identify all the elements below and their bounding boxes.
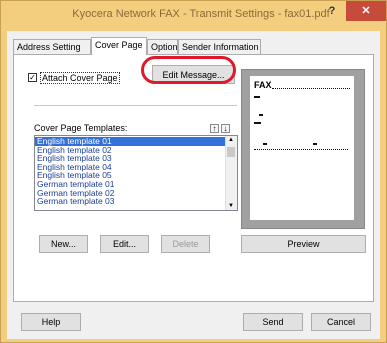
cover-page-templates-label: Cover Page Templates: xyxy=(34,123,128,133)
scroll-thumb[interactable] xyxy=(227,147,235,157)
tab-option[interactable]: Option xyxy=(147,39,178,54)
templates-scrollbar[interactable]: ▲ ▼ xyxy=(225,136,237,210)
preview-line xyxy=(254,148,348,150)
scroll-down-icon[interactable]: ▼ xyxy=(228,203,234,209)
edit-message-highlight-ring xyxy=(141,56,236,84)
window-title: Kyocera Network FAX - Transmit Settings … xyxy=(72,8,330,20)
dialog-window: Kyocera Network FAX - Transmit Settings … xyxy=(0,0,387,343)
tab-cover-page[interactable]: Cover Page xyxy=(91,37,147,55)
cancel-button[interactable]: Cancel xyxy=(311,313,371,331)
preview-page: FAX xyxy=(250,76,354,220)
send-button[interactable]: Send xyxy=(243,313,303,331)
preview-line xyxy=(272,87,350,89)
title-bar: Kyocera Network FAX - Transmit Settings … xyxy=(1,1,386,29)
preview-mark xyxy=(263,143,267,145)
help-title-button[interactable]: ? xyxy=(319,1,345,21)
edit-template-button[interactable]: Edit... xyxy=(100,235,149,253)
attach-cover-page-checkbox[interactable]: ✓ xyxy=(28,73,37,82)
template-list-item[interactable]: German template 03 xyxy=(35,197,237,206)
templates-list[interactable]: English template 01 English template 02 En… xyxy=(34,135,238,211)
move-down-button[interactable]: ↓ xyxy=(221,124,230,133)
preview-mark xyxy=(313,143,317,145)
cover-page-panel: ✓ Attach Cover Page Edit Message... Cove… xyxy=(13,54,374,302)
tab-address-setting[interactable]: Address Setting xyxy=(13,39,91,54)
separator xyxy=(34,105,237,106)
scroll-up-icon[interactable]: ▲ xyxy=(228,137,234,143)
help-button[interactable]: Help xyxy=(21,313,81,331)
move-up-button[interactable]: ↑ xyxy=(210,124,219,133)
delete-template-button[interactable]: Delete xyxy=(161,235,210,253)
preview-button[interactable]: Preview xyxy=(241,235,366,253)
close-button[interactable]: ✕ xyxy=(346,1,386,21)
preview-mark xyxy=(254,96,260,98)
tab-sender-information[interactable]: Sender Information xyxy=(178,39,261,54)
cover-page-preview: FAX xyxy=(241,69,365,229)
attach-cover-page-label[interactable]: Attach Cover Page xyxy=(40,72,120,84)
preview-mark xyxy=(254,122,261,124)
preview-fax-heading: FAX xyxy=(254,80,272,90)
preview-mark xyxy=(259,114,263,116)
new-template-button[interactable]: New... xyxy=(39,235,88,253)
